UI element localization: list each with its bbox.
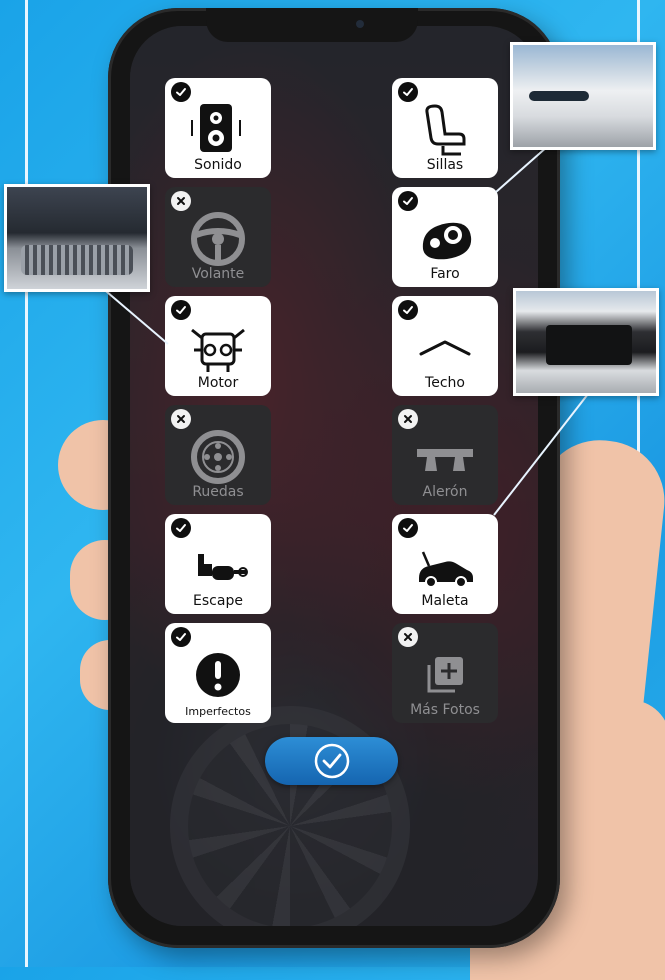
trunk-opening <box>546 325 632 365</box>
grille-shape <box>21 245 133 275</box>
headlight-photo <box>510 42 656 150</box>
trunk-photo <box>513 288 659 396</box>
engine-photo <box>4 184 150 292</box>
headlight-shape <box>529 91 589 101</box>
